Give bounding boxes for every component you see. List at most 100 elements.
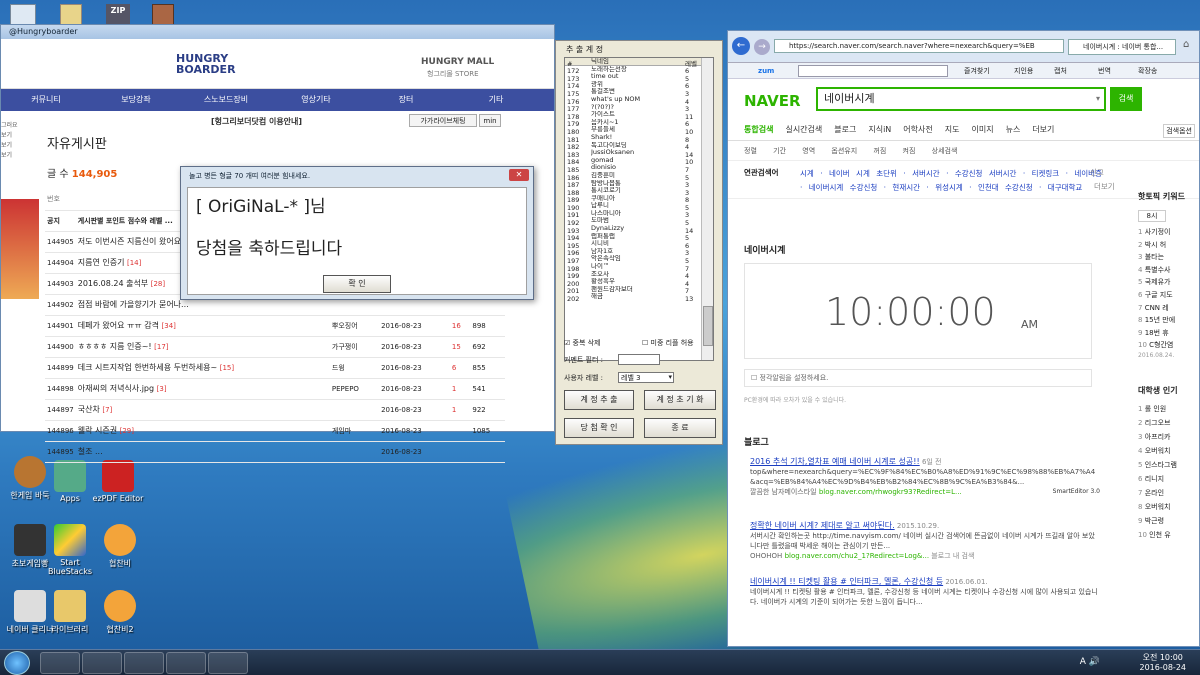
side-label[interactable]: 보기 <box>1 131 23 141</box>
filter-on[interactable]: 켜짐 <box>903 147 916 155</box>
exclude-checkbox[interactable]: ☐ <box>642 339 648 347</box>
home-icon[interactable]: ⌂ <box>1183 39 1195 51</box>
ranking-item[interactable]: 5 인스타그램 <box>1138 458 1200 472</box>
ranking-item[interactable]: 6 구글 지도 <box>1138 289 1200 302</box>
list-item[interactable]: 187 탐방나봅통 3 <box>565 180 713 189</box>
tab-blog[interactable]: 블로그 <box>834 119 856 141</box>
desktop-icon-pdf1[interactable]: 협찬비 <box>90 524 150 569</box>
ranking-item[interactable]: 6 리니지 <box>1138 472 1200 486</box>
desktop-icon-pdf2[interactable]: 협찬비2 <box>90 590 150 635</box>
related-item[interactable]: 인천대 수강신청 <box>978 183 1033 192</box>
system-tray[interactable]: A 🔊 <box>1080 657 1100 667</box>
address-bar[interactable]: https://search.naver.com/search.naver?wh… <box>774 39 1064 53</box>
naver-search-button[interactable]: 검색 <box>1110 87 1142 111</box>
related-item[interactable]: 시계 <box>800 169 814 178</box>
list-item[interactable]: 176 what's up NOM 4 <box>565 96 713 105</box>
chevron-down-icon[interactable]: ▾ <box>1096 89 1100 109</box>
taskbar-media-icon[interactable] <box>124 652 164 674</box>
tab-image[interactable]: 이미지 <box>971 119 993 141</box>
menu-etc[interactable]: 기타 <box>451 89 541 111</box>
menu-market[interactable]: 장터 <box>361 89 451 111</box>
scroll-thumb[interactable] <box>703 306 713 346</box>
list-item[interactable]: 175 통걸조변 3 <box>565 88 713 97</box>
tab-realtime[interactable]: 실시간검색 <box>785 119 822 141</box>
ranking-item[interactable]: 9 박근령 <box>1138 514 1200 528</box>
capture-button[interactable]: 캡처 <box>1054 63 1067 79</box>
ranking-item[interactable]: 1 사기정이 <box>1138 226 1200 239</box>
zum-search-input[interactable] <box>798 65 948 77</box>
list-item[interactable]: 201 팬원드감자보더 7 <box>565 286 713 295</box>
table-row[interactable]: 144896 웰락 시즌권 [29] 게임마 2016-08-23 1085 <box>45 420 505 442</box>
taskbar-explorer-icon[interactable] <box>82 652 122 674</box>
naver-search-input[interactable]: 네이버시계 ▾ <box>816 87 1106 111</box>
list-item[interactable]: 182 독고다이보딩 4 <box>565 142 713 151</box>
acquaintance-button[interactable]: 지인용 <box>1014 63 1033 79</box>
list-item[interactable]: 179 음카시~1 6 <box>565 119 713 128</box>
hot-topic-tab[interactable]: 8시 <box>1138 210 1166 222</box>
ranking-item[interactable]: 10 C형간염 <box>1138 339 1200 352</box>
related-item[interactable]: 대구대학교 <box>1048 183 1083 192</box>
list-item[interactable]: 188 통시코로기 3 <box>565 187 713 196</box>
list-item[interactable]: 184 gomad 10 <box>565 157 713 166</box>
close-icon[interactable]: ✕ <box>509 169 529 181</box>
tab-integrated[interactable]: 통합검색 <box>744 119 773 141</box>
hungrymall-logo[interactable]: HUNGRY MALL <box>421 57 494 67</box>
desktop-icon-ezpdf[interactable]: ezPDF Editor <box>88 460 148 503</box>
ranking-item[interactable]: 2 리그오브 <box>1138 416 1200 430</box>
translate-button[interactable]: 번역 <box>1098 63 1111 79</box>
confirm-winner-button[interactable]: 당 첨 확 인 <box>564 418 634 438</box>
list-item[interactable]: 190 납루니 5 <box>565 202 713 211</box>
related-item[interactable]: 네이버 시계 초단위 <box>829 169 897 178</box>
search-option-button[interactable]: 검색옵션 <box>1163 124 1195 138</box>
ranking-item[interactable]: 2 박시 허 <box>1138 239 1200 252</box>
blog-title[interactable]: 정확한 네이버 시계? 제대로 알고 써야된다. <box>750 521 895 530</box>
back-icon[interactable]: ← <box>732 37 750 55</box>
list-item[interactable]: 173 time out 5 <box>565 73 713 82</box>
reset-button[interactable]: 계 정 초 기 화 <box>644 390 716 410</box>
list-item[interactable]: 183 JussiOksanen 14 <box>565 149 713 158</box>
list-item[interactable]: 202 해금 13 <box>565 293 713 302</box>
list-item[interactable]: 186 김중훈미 5 <box>565 172 713 181</box>
more-link[interactable]: 더보기 <box>1094 181 1115 192</box>
list-item[interactable]: 178 가이스트 11 <box>565 111 713 120</box>
ranking-item[interactable]: 3 아프리카 <box>1138 430 1200 444</box>
hungryboarder-logo[interactable]: HUNGRY BOARDER <box>176 53 246 75</box>
list-item[interactable]: 197 악은속삭임 5 <box>565 255 713 264</box>
extract-button[interactable]: 계 정 추 출 <box>564 390 634 410</box>
tab-news[interactable]: 뉴스 <box>1006 119 1021 141</box>
browser-tab[interactable]: 네이버시계 : 네이버 통합... <box>1068 39 1176 55</box>
table-row[interactable]: 144897 국산차 [7] 2016-08-23 1 922 <box>45 399 505 421</box>
dup-checkbox[interactable]: ☑ <box>564 339 570 347</box>
table-row[interactable]: 144899 데크 시트지작업 한번하세용 두번하세용~ [15] 드윙 2016-0… <box>45 357 505 379</box>
blog-title[interactable]: 네이버시계 !! 티켓팅 활용 # 인터파크, 멜론, 수강신청 등 <box>750 577 943 586</box>
folder-icon[interactable] <box>60 4 82 26</box>
list-item[interactable]: 200 황성흑우 4 <box>565 278 713 287</box>
related-item[interactable]: 서버시간 <box>912 169 940 178</box>
list-item[interactable]: 181 Shark! 8 <box>565 134 713 143</box>
menu-video[interactable]: 영상기타 <box>271 89 361 111</box>
computer-icon[interactable] <box>10 4 36 26</box>
ranking-item[interactable]: 4 특별수사 <box>1138 264 1200 277</box>
related-item[interactable]: 수강신청 서버시간 <box>955 169 1017 178</box>
related-item[interactable]: 네이버시계 수강신청 <box>809 183 877 192</box>
list-item[interactable]: 198 나이™ 7 <box>565 263 713 272</box>
list-item[interactable]: 199 조오사 4 <box>565 271 713 280</box>
guide-button[interactable]: 가가라이브체팅 <box>409 114 477 127</box>
col-name[interactable]: 닉네임 <box>591 58 685 66</box>
filter-period[interactable]: 기간 <box>773 147 786 155</box>
ranking-item[interactable]: 9 18번 휴 <box>1138 327 1200 340</box>
list-item[interactable]: 177 ?(?0?)? 3 <box>565 104 713 113</box>
filter-detail[interactable]: 상세검색 <box>932 147 958 155</box>
forward-icon[interactable]: → <box>754 39 770 55</box>
notice-link[interactable]: [헝그리보더닷컴 이용안내] <box>211 116 302 127</box>
table-row[interactable]: 144895 철조 ... 2016-08-23 <box>45 441 505 463</box>
report-link[interactable]: 신고 <box>1090 167 1104 178</box>
min-button[interactable]: min <box>479 114 501 127</box>
taskbar-app-icon[interactable] <box>166 652 206 674</box>
related-item[interactable]: 현재시간 <box>892 183 920 192</box>
tab-dictionary[interactable]: 어학사전 <box>903 119 932 141</box>
game-icon[interactable] <box>152 4 174 26</box>
taskbar-clock[interactable]: 오전 10:00 2016-08-24 <box>1140 653 1187 673</box>
zip-icon[interactable]: ZIP <box>106 4 130 26</box>
filter-area[interactable]: 영역 <box>802 147 815 155</box>
